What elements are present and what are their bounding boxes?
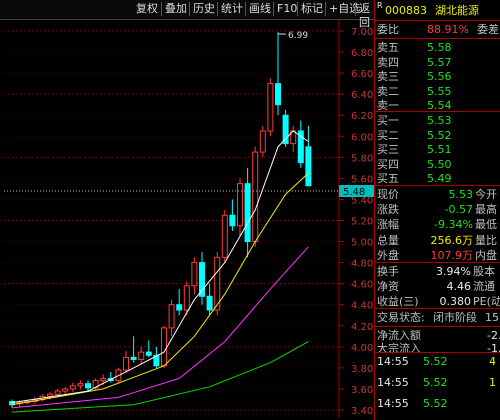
- stock-code: 000883: [385, 4, 427, 17]
- tick-time: 14:55: [377, 355, 409, 368]
- toolbar-button-3[interactable]: 统计: [217, 2, 246, 16]
- candle-body: [229, 214, 236, 227]
- candle-body: [47, 393, 53, 397]
- tick-time: 14:55: [377, 376, 409, 389]
- current-price-label: 5.48: [343, 187, 365, 198]
- toolbar-button-2[interactable]: 历史: [189, 2, 218, 16]
- y-tick-label: 3.60: [351, 385, 373, 396]
- y-tick-label: 4.20: [351, 322, 373, 333]
- candle-body: [191, 262, 198, 287]
- toolbar-button-6[interactable]: 标记: [297, 2, 326, 16]
- y-tick-label: 4.40: [351, 301, 373, 312]
- quote-panel: R 000883 湖北能源 委比 88.91% 委差 卖五 5.58 卖四 5.57 卖…: [374, 0, 500, 420]
- margin-marker: R: [377, 1, 383, 10]
- candle-body: [199, 262, 205, 297]
- y-tick-label: 5.80: [351, 153, 373, 164]
- y-tick-label: 6.00: [351, 132, 373, 143]
- y-tick-label: 5.20: [351, 217, 373, 228]
- weibi-row: 委比 88.91% 委差: [377, 21, 499, 38]
- status-time: 15:: [485, 311, 500, 324]
- tick-row: 14:55 5.52 4: [377, 353, 499, 370]
- tick-row: 14:55 5.52 1: [377, 374, 499, 391]
- y-tick-label: 6.60: [351, 69, 373, 80]
- y-tick-label: 6.20: [351, 111, 373, 122]
- y-tick-label: 4.60: [351, 280, 373, 291]
- candle-body: [275, 83, 281, 106]
- toolbar-button-1[interactable]: 叠加: [161, 2, 190, 16]
- candle-body: [62, 388, 69, 392]
- candle-body: [85, 383, 91, 389]
- candle-body: [259, 130, 266, 153]
- candle-body: [69, 385, 76, 390]
- kline-chart[interactable]: 7.006.806.606.406.206.005.805.605.405.20…: [0, 0, 374, 420]
- weibi-value: 88.91%: [427, 23, 469, 36]
- ma20-line: [11, 246, 309, 409]
- candle-body: [176, 304, 183, 311]
- candle-body: [267, 83, 274, 132]
- weidiff-label: 委差: [477, 23, 499, 36]
- candle-body: [237, 183, 243, 227]
- y-tick-label: 6.40: [351, 90, 373, 101]
- stock-header: R 000883 湖北能源: [377, 1, 499, 19]
- status-label: 交易状态:: [377, 311, 425, 324]
- y-tick-label: 4.00: [351, 343, 373, 354]
- tick-time: 14:55: [377, 397, 409, 410]
- candle-body: [54, 390, 61, 395]
- candle-body: [145, 351, 152, 356]
- weibi-label: 委比: [377, 23, 399, 36]
- candle-body: [100, 377, 107, 382]
- ma10-line: [11, 172, 309, 406]
- tick-price: 5.52: [423, 355, 448, 368]
- y-tick-label: 5.60: [351, 174, 373, 185]
- candle-body: [130, 356, 137, 360]
- candle-body: [168, 304, 175, 329]
- tick-price: 5.52: [423, 376, 448, 389]
- status-value: 闭市阶段: [433, 311, 477, 324]
- candle-body: [138, 351, 145, 360]
- y-tick-label: 3.80: [351, 364, 373, 375]
- candle-body: [123, 356, 129, 371]
- y-tick-label: 6.80: [351, 48, 373, 59]
- trade-status-row: 交易状态: 闭市阶段 15:: [377, 309, 500, 326]
- candle-body: [183, 285, 190, 311]
- candle-body: [161, 327, 167, 367]
- tick-volume: 4: [489, 355, 496, 368]
- tick-volume: 1: [489, 376, 496, 389]
- toolbar-button-4[interactable]: 画线: [245, 2, 274, 16]
- candle-body: [77, 383, 84, 387]
- ma5-line: [11, 130, 309, 404]
- y-tick-label: 5.00: [351, 238, 373, 249]
- candle-body: [252, 151, 259, 243]
- toolbar-button-8[interactable]: 返回: [355, 2, 374, 29]
- ma60-line: [11, 341, 309, 413]
- candle-body: [206, 295, 213, 311]
- chart-toolbar: 复权 叠加 历史 统计 画线 F10 标记 +自选 返回: [0, 0, 374, 29]
- tick-price: 5.52: [423, 397, 448, 410]
- high-price-label: 6.99: [288, 31, 308, 41]
- y-tick-label: 3.40: [351, 406, 373, 417]
- y-tick-label: 4.80: [351, 259, 373, 270]
- stock-name: 湖北能源: [435, 4, 479, 17]
- toolbar-button-0[interactable]: 复权: [133, 2, 161, 16]
- tick-row: 14:55 5.52: [377, 395, 499, 412]
- candle-body: [244, 183, 251, 243]
- candle-body: [221, 214, 228, 258]
- candle-body: [305, 146, 312, 187]
